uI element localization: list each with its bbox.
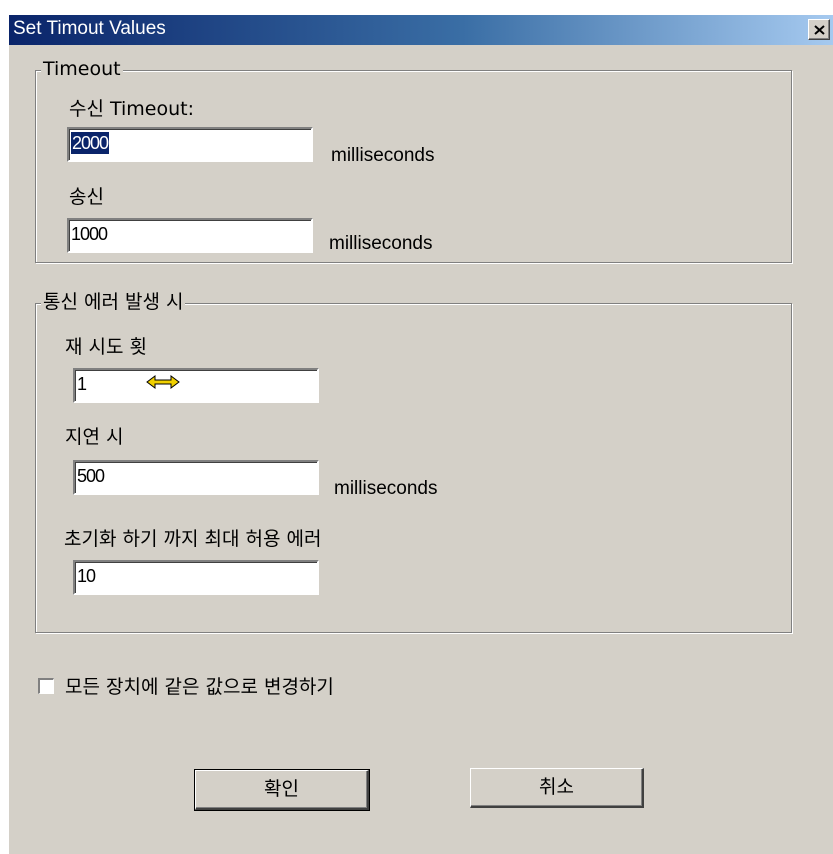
resize-horizontal-cursor-icon: [146, 375, 180, 389]
title-bar[interactable]: Set Timout Values: [9, 15, 833, 45]
send-timeout-value: 1000: [71, 224, 108, 244]
max-errors-label: 초기화 하기 까지 최대 허용 에러: [64, 528, 322, 550]
ok-button[interactable]: 확인: [194, 769, 370, 811]
set-timeout-dialog: Set Timout Values Timeout 수신 Timeout: 20…: [8, 14, 833, 854]
receive-timeout-label: 수신 Timeout:: [69, 98, 195, 120]
timeout-group-title: Timeout: [41, 57, 123, 81]
close-button[interactable]: [808, 19, 830, 40]
send-timeout-unit: milliseconds: [329, 233, 433, 254]
max-errors-input[interactable]: 10: [73, 560, 319, 595]
window-title: Set Timout Values: [13, 18, 166, 39]
retry-count-input[interactable]: 1: [73, 368, 319, 403]
apply-all-devices-checkbox[interactable]: [38, 678, 54, 694]
receive-timeout-value: 2000: [71, 132, 109, 154]
apply-all-devices-label[interactable]: 모든 장치에 같은 값으로 변경하기: [65, 675, 334, 699]
max-errors-value: 10: [77, 566, 96, 586]
comm-error-group-title: 통신 에러 발생 시: [41, 290, 186, 314]
delay-value: 500: [77, 466, 105, 486]
receive-timeout-input[interactable]: 2000: [67, 127, 313, 162]
receive-timeout-unit: milliseconds: [331, 145, 435, 166]
delay-label: 지연 시: [65, 426, 124, 448]
cancel-button[interactable]: 취소: [470, 768, 644, 808]
send-timeout-input[interactable]: 1000: [67, 218, 313, 253]
retry-count-label: 재 시도 횟: [65, 336, 147, 358]
delay-input[interactable]: 500: [73, 460, 319, 495]
close-icon: [814, 25, 825, 35]
delay-unit: milliseconds: [334, 478, 438, 499]
retry-count-value: 1: [77, 374, 87, 394]
send-timeout-label: 송신: [69, 186, 104, 208]
